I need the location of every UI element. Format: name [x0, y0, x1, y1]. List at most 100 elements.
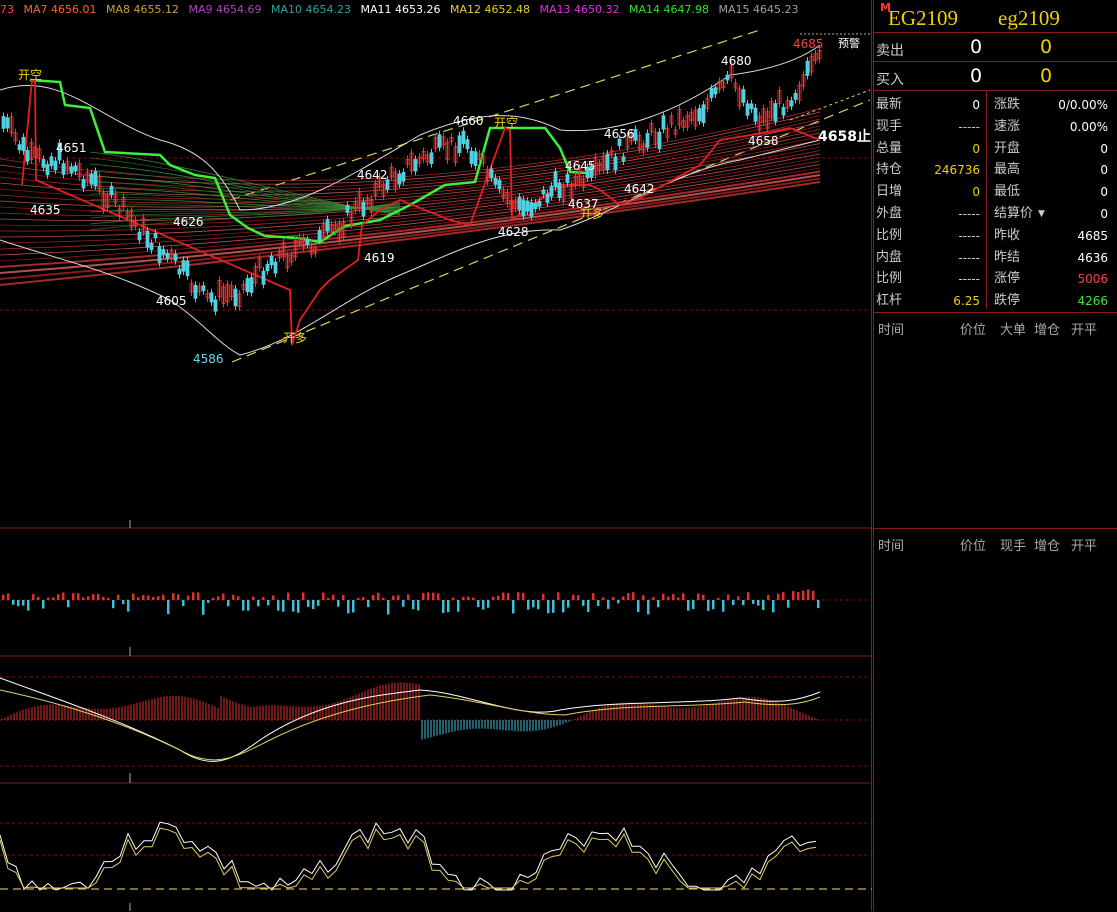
stat-label: 最新 — [876, 97, 903, 112]
ticks-header-oi-change: 增仓 — [1034, 539, 1061, 554]
volume-bar — [757, 600, 760, 606]
volume-bar — [127, 600, 130, 612]
candle-body — [173, 253, 178, 261]
volume-bar — [677, 597, 680, 600]
price-point-label: 4651 — [56, 141, 87, 155]
candle-body — [193, 284, 198, 299]
volume-bar — [432, 592, 435, 600]
volume-bar — [562, 600, 565, 613]
volume-bar — [772, 600, 775, 613]
candle-body — [93, 171, 98, 187]
grid-divider — [986, 91, 987, 309]
ticks-header-open-close: 开平 — [1071, 539, 1098, 554]
price-point-label: 4626 — [173, 215, 204, 229]
volume-bar — [342, 594, 345, 600]
volume-bar — [552, 600, 555, 613]
volume-bar — [367, 600, 370, 608]
ticks-header-price: 价位 — [960, 539, 987, 554]
stat-label: 昨结 — [994, 249, 1021, 265]
candle-body — [161, 249, 166, 255]
contract-code-upper[interactable]: EG2109 — [888, 0, 958, 36]
volume-bar — [387, 600, 390, 615]
sell-volume: 0 — [1040, 36, 1053, 58]
volume-bar — [312, 600, 315, 610]
price-point-label: 4619 — [364, 251, 395, 265]
candle-body — [153, 233, 158, 239]
volume-bar — [702, 594, 705, 600]
trades-header-time: 时间 — [878, 323, 905, 338]
chart-canvas[interactable] — [0, 0, 872, 911]
trades-section[interactable]: 时间 价位 大单 增仓 开平 — [874, 312, 1117, 529]
stat-label: 杠杆 — [876, 293, 903, 309]
volume-bar — [192, 592, 195, 600]
sell-row: 卖出 0 0 — [874, 32, 1117, 61]
candle-body — [781, 107, 786, 116]
volume-bar — [2, 594, 5, 600]
quote-stat-left: 外盘 ----- — [874, 203, 986, 225]
stat-label: 速涨 — [994, 118, 1021, 134]
volume-bar — [667, 596, 670, 600]
price-point-label: 4586 — [193, 352, 224, 366]
candle-body — [529, 202, 534, 217]
kline-chart-area[interactable]: 73 MA7 4656.01 MA8 4655.12 MA9 4654.69 M… — [0, 0, 872, 911]
volume-bar — [397, 595, 400, 600]
candle-body — [53, 160, 58, 171]
volume-bar — [122, 600, 125, 605]
stat-label: 比例 — [876, 271, 903, 287]
candle-body — [265, 263, 270, 272]
volume-bar — [232, 594, 235, 600]
ticks-header-time: 时间 — [878, 539, 905, 554]
volume-bar — [507, 592, 510, 600]
candle-body — [157, 246, 162, 263]
volume-bar — [647, 600, 650, 615]
candle-body — [397, 173, 402, 185]
candle-body — [1, 116, 6, 129]
volume-bar — [747, 592, 750, 600]
candle-body — [145, 230, 150, 248]
candle-body — [305, 239, 310, 245]
volume-bar — [372, 595, 375, 600]
volume-bar — [797, 592, 800, 600]
stat-value: 0 — [972, 98, 980, 112]
candle-body — [185, 260, 190, 277]
candle-body — [345, 205, 350, 213]
volume-bar — [547, 600, 550, 614]
volume-bar — [377, 592, 380, 600]
volume-bar — [197, 592, 200, 600]
volume-bar — [147, 595, 150, 600]
volume-bar — [787, 600, 790, 608]
volume-bar — [587, 600, 590, 613]
candle-body — [789, 100, 794, 107]
sell-label: 卖出 — [876, 43, 904, 59]
volume-bar — [117, 594, 120, 600]
volume-bar — [237, 596, 240, 600]
volume-bar — [482, 600, 485, 610]
volume-bar — [162, 594, 165, 600]
candle-body — [73, 165, 78, 172]
stat-label: 最高 — [994, 162, 1021, 178]
candle-body — [465, 139, 470, 150]
quote-side-panel: M EG2109 eg2109 预警 卖出 0 0 买入 0 0 最新 0 涨跌 0/… — [838, 0, 1117, 912]
volume-bar — [212, 597, 215, 600]
candle-body — [165, 252, 170, 259]
alarm-button[interactable]: 预警 — [838, 26, 860, 62]
volume-bar — [527, 600, 530, 610]
quote-stat-right: 开盘 0 — [992, 138, 1117, 160]
candle-body — [549, 185, 554, 197]
candle-body — [269, 255, 274, 266]
contract-code-lower[interactable]: eg2109 — [998, 0, 1060, 36]
candle-body — [89, 173, 94, 185]
candle-body — [81, 179, 86, 189]
candle-body — [753, 107, 758, 122]
candle-body — [741, 89, 746, 103]
volume-bar — [132, 593, 135, 600]
open-short-label: 开空 — [18, 68, 43, 82]
ticks-section[interactable]: 时间 价位 现手 增仓 开平 — [874, 528, 1117, 912]
chevron-down-icon[interactable]: ▼ — [1038, 203, 1045, 225]
volume-bar — [497, 595, 500, 600]
candle-body — [273, 261, 278, 274]
high-price-label: 4685 — [793, 37, 824, 51]
candle-body — [17, 144, 22, 151]
ma-fan-green — [89, 175, 401, 212]
volume-bar — [467, 596, 470, 600]
